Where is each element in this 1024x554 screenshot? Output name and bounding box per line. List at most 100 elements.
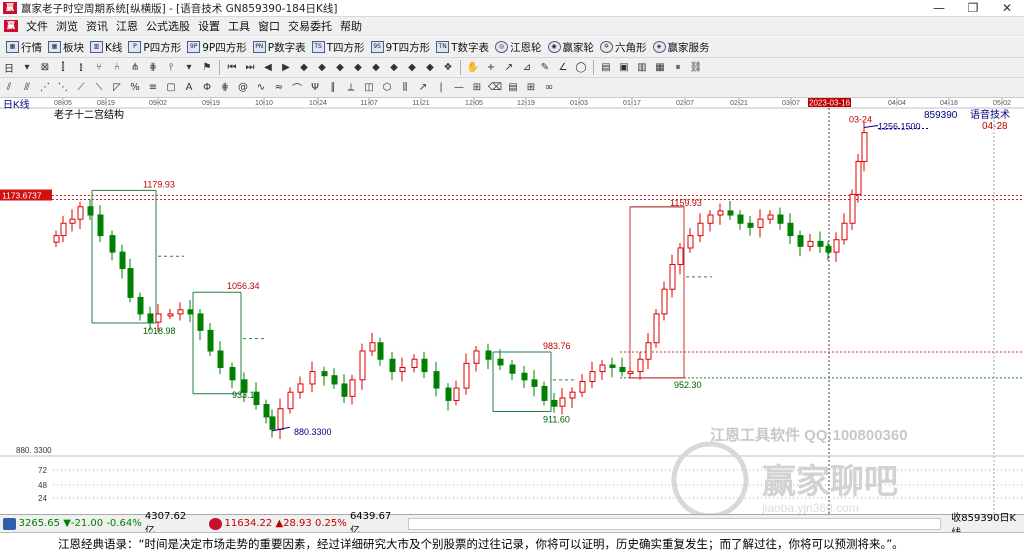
pin-icon[interactable]: ⫯ <box>163 60 179 76</box>
pitchfork-icon[interactable]: Ψ <box>307 80 323 96</box>
sheet-icon[interactable]: ▣ <box>616 60 632 76</box>
delete-icon[interactable]: ⌫ <box>487 80 503 96</box>
tool-quotes[interactable]: ▦ 行情 <box>6 40 42 55</box>
candle-icon[interactable]: ⫿ <box>55 60 71 76</box>
flag-icon[interactable]: ⚑ <box>199 60 215 76</box>
fork-alt-icon[interactable]: ⑃ <box>109 60 125 76</box>
time-zone-icon[interactable]: ⫼ <box>397 80 413 96</box>
tool-t-square[interactable]: TS T四方形 <box>311 40 365 55</box>
diamond-icon[interactable]: ◆ <box>350 60 366 76</box>
arrow-icon[interactable]: ↗ <box>501 60 517 76</box>
circle-icon[interactable]: ◯ <box>573 60 589 76</box>
grid-lines-icon[interactable]: ⋕ <box>217 80 233 96</box>
close-button[interactable]: ✕ <box>990 0 1024 17</box>
diamond-icon[interactable]: ◆ <box>422 60 438 76</box>
hand-icon[interactable]: ✋ <box>465 60 481 76</box>
fan-alt-icon[interactable]: ⋱ <box>55 80 71 96</box>
tool-service[interactable]: ◈ 赢家服务 <box>652 40 710 55</box>
horizontal-line-icon[interactable]: — <box>451 80 467 96</box>
tool-hexagon[interactable]: ✡ 六角形 <box>600 40 647 55</box>
table-icon[interactable]: ⊞ <box>523 80 539 96</box>
menu-trade[interactable]: 交易委托 <box>284 18 336 34</box>
vertical-line-icon[interactable]: | <box>433 80 449 96</box>
crosshair-icon[interactable]: + <box>483 60 499 76</box>
diamond-icon[interactable]: ◆ <box>332 60 348 76</box>
menu-formula[interactable]: 公式选股 <box>142 18 194 34</box>
pause-icon[interactable]: ⏸ <box>670 60 686 76</box>
box-icon[interactable]: ▢ <box>163 80 179 96</box>
panel-label: 日K线 <box>3 98 30 111</box>
marker-icon[interactable]: ✎ <box>537 60 553 76</box>
next-icon[interactable]: ▶ <box>278 60 294 76</box>
spiral-icon[interactable]: @ <box>235 80 251 96</box>
status-scrollbar[interactable] <box>407 517 942 530</box>
diamond-icon[interactable]: ◆ <box>296 60 312 76</box>
speed-line-icon[interactable]: ⟂ <box>343 80 359 96</box>
menu-info[interactable]: 资讯 <box>82 18 112 34</box>
trend-icon[interactable]: ⟍ <box>91 80 107 96</box>
book-icon[interactable]: ▥ <box>634 60 650 76</box>
text-icon[interactable]: A <box>181 80 197 96</box>
tool-kline[interactable]: ▥ K线 <box>90 40 122 55</box>
menu-gann[interactable]: 江恩 <box>112 18 142 34</box>
lines-icon[interactable]: ≡ <box>145 80 161 96</box>
infinity-icon[interactable]: ∞ <box>541 80 557 96</box>
ascending-lines-icon[interactable]: ⫽ <box>1 80 17 96</box>
dropdown-arrow-icon[interactable]: ▾ <box>19 60 35 76</box>
first-bar-icon[interactable]: ⏮ <box>224 60 240 76</box>
save-icon[interactable]: ▦ <box>652 60 668 76</box>
ruler-icon[interactable]: ⊿ <box>519 60 535 76</box>
fib-icon[interactable]: Φ <box>199 80 215 96</box>
diamond-icon[interactable]: ◆ <box>368 60 384 76</box>
tool-9p-square[interactable]: 9P 9P四方形 <box>187 40 247 55</box>
gann-toolbar: ⫽ ⫻ ⋰ ⋱ ⟋ ⟍ ◸ % ≡ ▢ A Φ ⋕ @ ∿ ≈ ⌒ Ψ ∥ ⟂ … <box>0 78 1024 98</box>
square-tool-icon[interactable]: ◫ <box>361 80 377 96</box>
diamond-icon[interactable]: ◆ <box>404 60 420 76</box>
tool-t-table[interactable]: TN T数字表 <box>436 40 489 55</box>
arc-icon[interactable]: ⌒ <box>289 80 305 96</box>
menu-help[interactable]: 帮助 <box>336 18 366 34</box>
calc-icon[interactable]: ▤ <box>598 60 614 76</box>
tool-p-square[interactable]: P P四方形 <box>128 40 181 55</box>
split-alt-icon[interactable]: ⋕ <box>145 60 161 76</box>
split-icon[interactable]: ⋔ <box>127 60 143 76</box>
wave-icon[interactable]: ≈ <box>271 80 287 96</box>
angle-icon[interactable]: ∠ <box>555 60 571 76</box>
fan-icon[interactable]: ⋰ <box>37 80 53 96</box>
bar-type-icon[interactable]: 日 <box>1 60 17 76</box>
cycle-icon[interactable]: ∿ <box>253 80 269 96</box>
menu-tools[interactable]: 工具 <box>224 18 254 34</box>
diamond-icon[interactable]: ◆ <box>314 60 330 76</box>
wedge-icon[interactable]: ◸ <box>109 80 125 96</box>
descending-lines-icon[interactable]: ⫻ <box>19 80 35 96</box>
ray-icon[interactable]: ↗ <box>415 80 431 96</box>
parallel-icon[interactable]: ∥ <box>325 80 341 96</box>
diamond-icon[interactable]: ◆ <box>386 60 402 76</box>
link-icon[interactable]: ⛓ <box>688 60 704 76</box>
menu-settings[interactable]: 设置 <box>194 18 224 34</box>
prev-icon[interactable]: ◀ <box>260 60 276 76</box>
restore-button[interactable]: ❐ <box>956 0 990 17</box>
stripes-icon[interactable]: ▤ <box>505 80 521 96</box>
channel-icon[interactable]: ⟋ <box>73 80 89 96</box>
kline-chart[interactable]: 日K线老子十二宫结构 859390 语音技术04-28 08-05 08-19 09-02… <box>0 98 1024 514</box>
candle-alt-icon[interactable]: ⫾ <box>73 60 89 76</box>
dropdown-arrow-icon[interactable]: ▾ <box>181 60 197 76</box>
minimize-button[interactable]: — <box>922 0 956 17</box>
tool-win-wheel[interactable]: ◉ 赢家轮 <box>547 40 594 55</box>
zoom-icon[interactable]: ⊠ <box>37 60 53 76</box>
tool-9t-square[interactable]: 9S 9T四方形 <box>370 40 430 55</box>
kline-chart-area[interactable]: 日K线 老子十二宫结构 859390 语音技术 04-28 08-05 08-19 09-02… <box>0 98 1024 514</box>
menu-browse[interactable]: 浏览 <box>52 18 82 34</box>
gann-box-icon[interactable]: ⊞ <box>469 80 485 96</box>
hexagon-tool-icon[interactable]: ⬡ <box>379 80 395 96</box>
fork-icon[interactable]: ⑂ <box>91 60 107 76</box>
tool-p-table[interactable]: PN P数字表 <box>252 40 306 55</box>
percent-icon[interactable]: % <box>127 80 143 96</box>
diamond-grid-icon[interactable]: ❖ <box>440 60 456 76</box>
tool-blocks[interactable]: ▦ 板块 <box>48 40 84 55</box>
menu-file[interactable]: 文件 <box>22 18 52 34</box>
last-bar-icon[interactable]: ⏭ <box>242 60 258 76</box>
tool-gann-wheel[interactable]: ◎ 江恩轮 <box>495 40 542 55</box>
menu-window[interactable]: 窗口 <box>254 18 284 34</box>
